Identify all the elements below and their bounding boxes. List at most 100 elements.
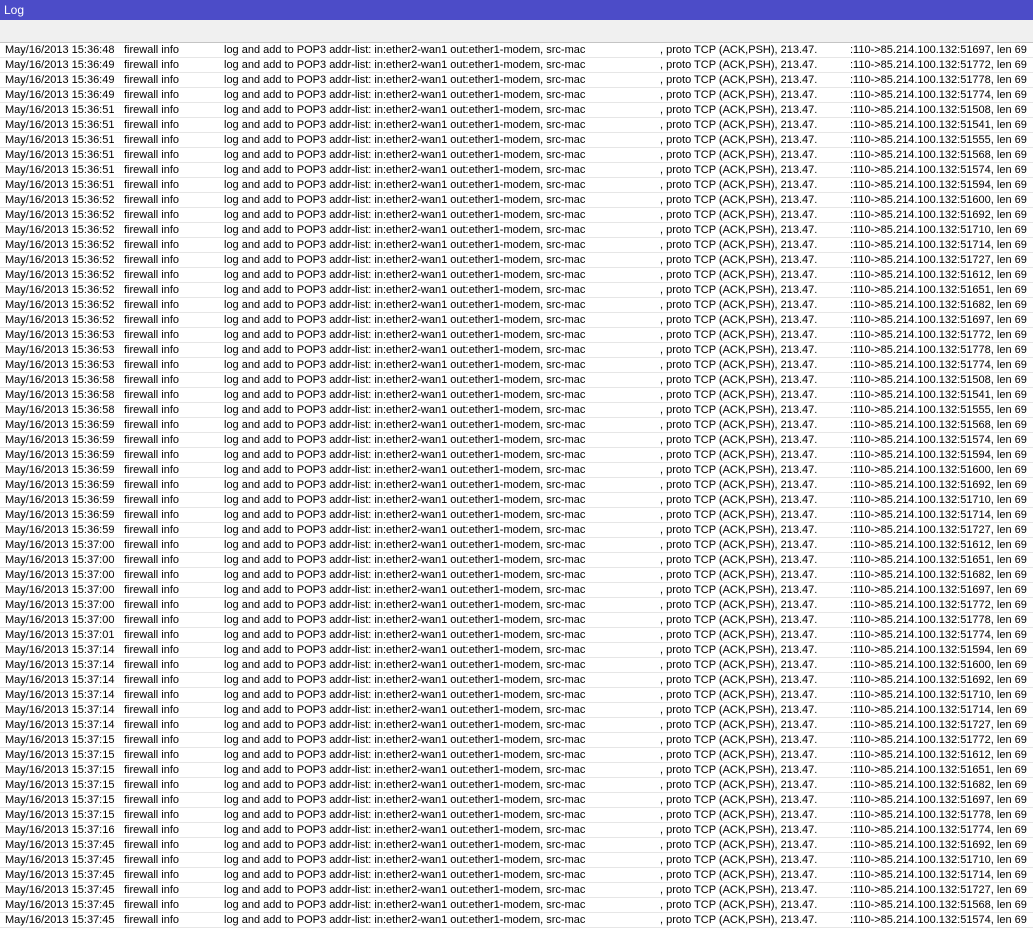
log-message: log and add to POP3 addr-list: in:ether2… — [224, 269, 586, 281]
log-row[interactable]: May/16/2013 15:36:52 firewall info log and… — [0, 298, 1033, 313]
log-proto: , proto TCP (ACK,PSH), 213.47. — [660, 914, 818, 926]
log-proto: , proto TCP (ACK,PSH), 213.47. — [660, 464, 818, 476]
log-message: log and add to POP3 addr-list: in:ether2… — [224, 179, 586, 191]
log-message: log and add to POP3 addr-list: in:ether2… — [224, 344, 586, 356]
log-row[interactable]: May/16/2013 15:36:59 firewall info log and… — [0, 523, 1033, 538]
log-row[interactable]: May/16/2013 15:37:14 firewall info log and… — [0, 718, 1033, 733]
log-topic: firewall info — [124, 239, 180, 251]
window-title-bar[interactable]: Log — [0, 0, 1033, 20]
log-row[interactable]: May/16/2013 15:37:15 firewall info log and… — [0, 778, 1033, 793]
log-message: log and add to POP3 addr-list: in:ether2… — [224, 494, 586, 506]
log-row[interactable]: May/16/2013 15:37:45 firewall info log and… — [0, 838, 1033, 853]
log-row[interactable]: May/16/2013 15:36:52 firewall info log and… — [0, 283, 1033, 298]
log-row[interactable]: May/16/2013 15:36:59 firewall info log and… — [0, 418, 1033, 433]
log-destination: :110->85.214.100.132:51710, len 69 — [850, 224, 1027, 236]
log-message: log and add to POP3 addr-list: in:ether2… — [224, 74, 586, 86]
log-row[interactable]: May/16/2013 15:36:53 firewall info log and… — [0, 343, 1033, 358]
log-proto: , proto TCP (ACK,PSH), 213.47. — [660, 314, 818, 326]
log-row[interactable]: May/16/2013 15:37:45 firewall info log and… — [0, 913, 1033, 928]
log-message: log and add to POP3 addr-list: in:ether2… — [224, 824, 586, 836]
log-row[interactable]: May/16/2013 15:37:16 firewall info log and… — [0, 823, 1033, 838]
log-row[interactable]: May/16/2013 15:36:51 firewall info log and… — [0, 148, 1033, 163]
log-row[interactable]: May/16/2013 15:36:58 firewall info log and… — [0, 403, 1033, 418]
log-row[interactable]: May/16/2013 15:37:15 firewall info log and… — [0, 733, 1033, 748]
log-row[interactable]: May/16/2013 15:36:59 firewall info log and… — [0, 448, 1033, 463]
log-time: May/16/2013 15:36:59 — [5, 509, 115, 521]
log-row[interactable]: May/16/2013 15:36:52 firewall info log and… — [0, 313, 1033, 328]
log-row[interactable]: May/16/2013 15:37:14 firewall info log and… — [0, 673, 1033, 688]
log-row[interactable]: May/16/2013 15:36:59 firewall info log and… — [0, 478, 1033, 493]
log-destination: :110->85.214.100.132:51574, len 69 — [850, 914, 1027, 926]
log-row[interactable]: May/16/2013 15:36:52 firewall info log and… — [0, 193, 1033, 208]
log-row[interactable]: May/16/2013 15:36:53 firewall info log and… — [0, 358, 1033, 373]
log-row[interactable]: May/16/2013 15:36:58 firewall info log and… — [0, 373, 1033, 388]
log-message: log and add to POP3 addr-list: in:ether2… — [224, 569, 586, 581]
log-row[interactable]: May/16/2013 15:36:51 firewall info log and… — [0, 118, 1033, 133]
log-row[interactable]: May/16/2013 15:37:00 firewall info log and… — [0, 598, 1033, 613]
log-destination: :110->85.214.100.132:51508, len 69 — [850, 374, 1027, 386]
log-destination: :110->85.214.100.132:51772, len 69 — [850, 329, 1027, 341]
log-time: May/16/2013 15:37:14 — [5, 704, 115, 716]
log-topic: firewall info — [124, 794, 180, 806]
log-row[interactable]: May/16/2013 15:37:45 firewall info log and… — [0, 898, 1033, 913]
log-row[interactable]: May/16/2013 15:37:14 firewall info log and… — [0, 703, 1033, 718]
log-topic: firewall info — [124, 719, 180, 731]
log-row[interactable]: May/16/2013 15:36:51 firewall info log and… — [0, 103, 1033, 118]
log-row[interactable]: May/16/2013 15:37:00 firewall info log and… — [0, 583, 1033, 598]
log-row[interactable]: May/16/2013 15:37:45 firewall info log and… — [0, 868, 1033, 883]
log-row[interactable]: May/16/2013 15:36:51 firewall info log and… — [0, 163, 1033, 178]
log-proto: , proto TCP (ACK,PSH), 213.47. — [660, 269, 818, 281]
log-row[interactable]: May/16/2013 15:37:00 firewall info log and… — [0, 553, 1033, 568]
log-proto: , proto TCP (ACK,PSH), 213.47. — [660, 614, 818, 626]
log-row[interactable]: May/16/2013 15:36:49 firewall info log and… — [0, 58, 1033, 73]
log-row[interactable]: May/16/2013 15:36:52 firewall info log and… — [0, 238, 1033, 253]
log-time: May/16/2013 15:36:59 — [5, 494, 115, 506]
log-destination: :110->85.214.100.132:51682, len 69 — [850, 569, 1027, 581]
log-row[interactable]: May/16/2013 15:36:59 firewall info log and… — [0, 508, 1033, 523]
log-destination: :110->85.214.100.132:51612, len 69 — [850, 539, 1027, 551]
log-row[interactable]: May/16/2013 15:37:45 firewall info log and… — [0, 883, 1033, 898]
log-row[interactable]: May/16/2013 15:36:51 firewall info log and… — [0, 133, 1033, 148]
log-list[interactable]: May/16/2013 15:36:48 firewall info log and… — [0, 43, 1033, 931]
log-row[interactable]: May/16/2013 15:37:14 firewall info log and… — [0, 643, 1033, 658]
log-row[interactable]: May/16/2013 15:37:15 firewall info log and… — [0, 808, 1033, 823]
log-row[interactable]: May/16/2013 15:37:15 firewall info log and… — [0, 763, 1033, 778]
log-row[interactable]: May/16/2013 15:36:53 firewall info log and… — [0, 328, 1033, 343]
log-time: May/16/2013 15:36:52 — [5, 284, 115, 296]
log-row[interactable]: May/16/2013 15:36:52 firewall info log and… — [0, 253, 1033, 268]
log-row[interactable]: May/16/2013 15:36:52 firewall info log and… — [0, 268, 1033, 283]
log-row[interactable]: May/16/2013 15:37:00 firewall info log and… — [0, 568, 1033, 583]
log-time: May/16/2013 15:36:51 — [5, 119, 115, 131]
log-proto: , proto TCP (ACK,PSH), 213.47. — [660, 434, 818, 446]
log-topic: firewall info — [124, 659, 180, 671]
log-row[interactable]: May/16/2013 15:37:14 firewall info log and… — [0, 658, 1033, 673]
log-topic: firewall info — [124, 809, 180, 821]
log-row[interactable]: May/16/2013 15:37:15 firewall info log and… — [0, 793, 1033, 808]
log-row[interactable]: May/16/2013 15:37:45 firewall info log and… — [0, 853, 1033, 868]
log-row[interactable]: May/16/2013 15:36:49 firewall info log and… — [0, 73, 1033, 88]
log-row[interactable]: May/16/2013 15:36:49 firewall info log and… — [0, 88, 1033, 103]
log-row[interactable]: May/16/2013 15:36:59 firewall info log and… — [0, 493, 1033, 508]
log-row[interactable]: May/16/2013 15:36:59 firewall info log and… — [0, 463, 1033, 478]
log-message: log and add to POP3 addr-list: in:ether2… — [224, 584, 586, 596]
log-row[interactable]: May/16/2013 15:36:58 firewall info log and… — [0, 388, 1033, 403]
log-proto: , proto TCP (ACK,PSH), 213.47. — [660, 419, 818, 431]
log-time: May/16/2013 15:37:45 — [5, 914, 115, 926]
log-row[interactable]: May/16/2013 15:36:59 firewall info log and… — [0, 433, 1033, 448]
log-row[interactable]: May/16/2013 15:37:01 firewall info log and… — [0, 628, 1033, 643]
log-topic: firewall info — [124, 44, 180, 56]
log-row[interactable]: May/16/2013 15:37:15 firewall info log and… — [0, 748, 1033, 763]
log-row[interactable]: May/16/2013 15:37:00 firewall info log and… — [0, 538, 1033, 553]
log-destination: :110->85.214.100.132:51692, len 69 — [850, 209, 1027, 221]
log-message: log and add to POP3 addr-list: in:ether2… — [224, 59, 586, 71]
log-row[interactable]: May/16/2013 15:37:00 firewall info log and… — [0, 613, 1033, 628]
log-message: log and add to POP3 addr-list: in:ether2… — [224, 509, 586, 521]
log-row[interactable]: May/16/2013 15:36:52 firewall info log and… — [0, 223, 1033, 238]
log-row[interactable]: May/16/2013 15:36:51 firewall info log and… — [0, 178, 1033, 193]
log-row[interactable]: May/16/2013 15:37:14 firewall info log and… — [0, 688, 1033, 703]
log-time: May/16/2013 15:36:58 — [5, 374, 115, 386]
log-row[interactable]: May/16/2013 15:36:48 firewall info log and… — [0, 43, 1033, 58]
log-topic: firewall info — [124, 614, 180, 626]
log-destination: :110->85.214.100.132:51555, len 69 — [850, 404, 1027, 416]
log-row[interactable]: May/16/2013 15:36:52 firewall info log and… — [0, 208, 1033, 223]
